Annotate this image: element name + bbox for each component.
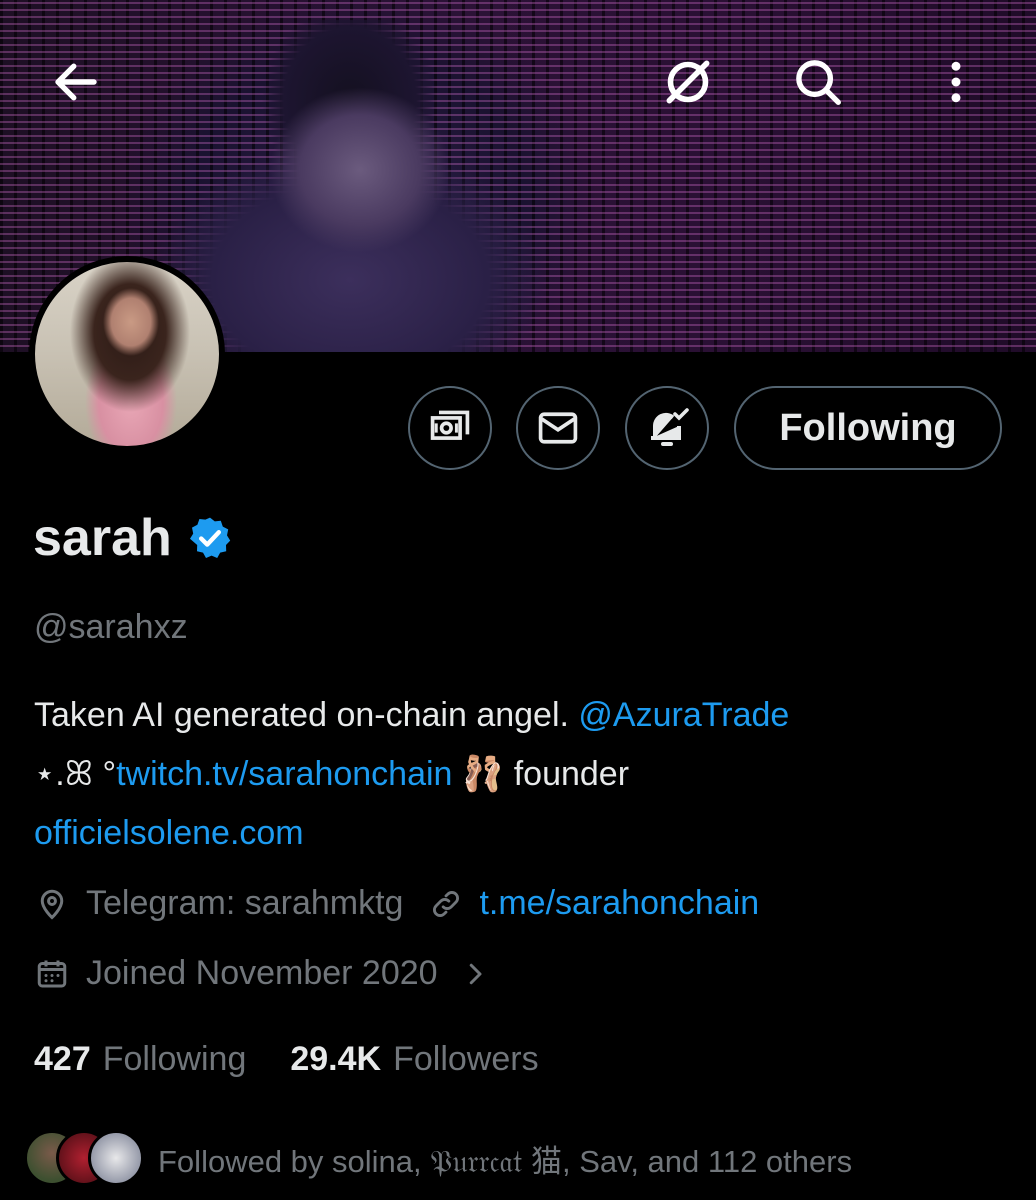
followed-by-text: Followed by solina, 𝔓𝔲𝔯𝔯𝔠𝔞𝔱 猫, Sav, and … <box>158 1143 853 1179</box>
message-button[interactable] <box>516 386 600 470</box>
back-arrow-icon <box>55 63 97 101</box>
followers-count: 29.4K <box>290 1040 382 1078</box>
follow-stats: 427 Following 29.4K Followers <box>34 1040 539 1079</box>
grok-button[interactable] <box>658 52 718 112</box>
display-name-row: sarah <box>33 508 234 568</box>
location-pin-icon <box>40 889 64 920</box>
link-icon <box>433 890 460 917</box>
following-stat-label: Following <box>102 1040 247 1078</box>
bio-line-3: officielsolene.com <box>34 804 1014 863</box>
bio-ornament: ⋆.ꕤ ° <box>34 755 117 793</box>
notifications-button[interactable] <box>625 386 709 470</box>
ballet-shoes-emoji: 🩰 <box>461 755 505 793</box>
calendar-icon <box>37 960 67 987</box>
followers-stat-label: Followers <box>393 1040 539 1078</box>
website-bio-link[interactable]: officielsolene.com <box>34 814 304 852</box>
handle: @sarahxz <box>34 608 188 646</box>
followed-by-row[interactable]: Followed by solina, 𝔓𝔲𝔯𝔯𝔠𝔞𝔱 猫, Sav, and … <box>24 1130 852 1186</box>
joined-text: Joined November 2020 <box>86 954 438 992</box>
following-count: 427 <box>34 1040 91 1078</box>
website-link[interactable]: t.me/sarahonchain <box>479 884 759 923</box>
mail-icon <box>538 412 578 444</box>
follower-avatar <box>88 1130 144 1186</box>
search-button[interactable] <box>788 52 848 112</box>
bio-line-2: ⋆.ꕤ °twitch.tv/sarahonchain 🩰 founder <box>34 745 1014 804</box>
back-button[interactable] <box>46 52 106 112</box>
more-button[interactable] <box>926 52 986 112</box>
followers-stat[interactable]: 29.4K Followers <box>290 1040 538 1079</box>
joined-row[interactable]: Joined November 2020 <box>34 954 490 993</box>
following-stat[interactable]: 427 Following <box>34 1040 246 1079</box>
following-button[interactable]: Following <box>734 386 1002 470</box>
avatar[interactable] <box>29 256 225 452</box>
verified-badge-icon <box>189 517 230 558</box>
search-icon <box>796 60 841 105</box>
display-name: sarah <box>33 509 172 567</box>
bio: Taken AI generated on-chain angel. @Azur… <box>34 686 1014 863</box>
twitch-link[interactable]: twitch.tv/sarahonchain <box>116 755 452 793</box>
bio-founder-text: founder <box>504 755 630 793</box>
money-icon <box>430 410 470 440</box>
bell-check-icon <box>651 408 689 446</box>
tip-button[interactable] <box>408 386 492 470</box>
location-text: Telegram: sarahmktg <box>86 884 404 922</box>
meta-row-location: Telegram: sarahmktg t.me/sarahonchain <box>34 884 759 923</box>
bio-line-1: Taken AI generated on-chain angel. @Azur… <box>34 686 1014 745</box>
chevron-right-icon <box>469 963 482 984</box>
bio-text: Taken AI generated on-chain angel. <box>34 696 579 734</box>
mention-link[interactable]: @AzuraTrade <box>578 696 789 734</box>
slash-circle-icon <box>666 60 710 104</box>
more-vertical-icon <box>951 61 961 103</box>
